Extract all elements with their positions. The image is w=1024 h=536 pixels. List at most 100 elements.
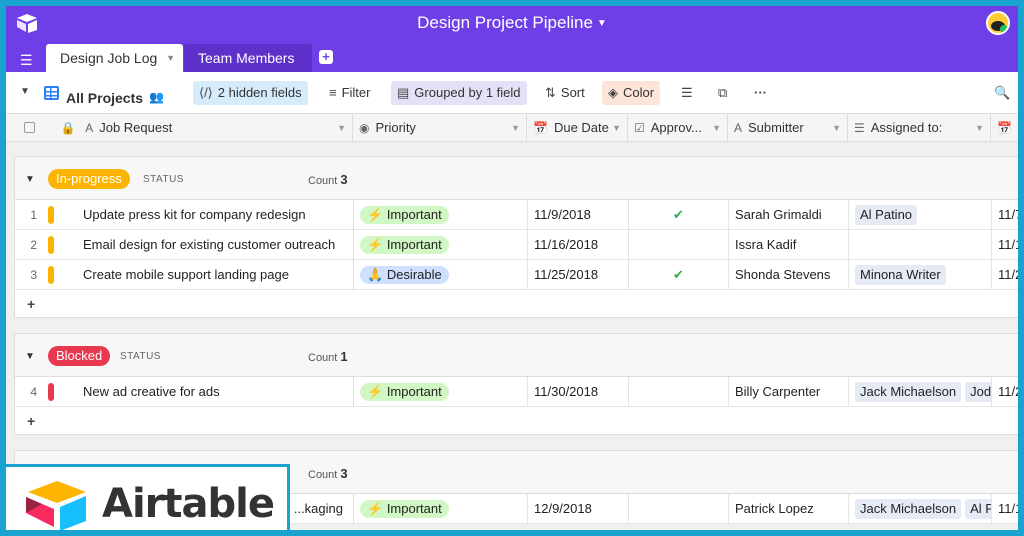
chevron-down-icon[interactable]: ▼ xyxy=(511,114,520,142)
linked-record-chip[interactable]: Jack Michaelson xyxy=(855,499,962,519)
calendar-icon: 📅 xyxy=(533,121,548,135)
filter-button[interactable]: ≡ Filter xyxy=(323,81,376,105)
cell-submitter[interactable]: Patrick Lopez xyxy=(729,494,849,524)
base-title[interactable]: Design Project Pipeline ▼ xyxy=(6,13,1018,33)
chevron-down-icon[interactable]: ▼ xyxy=(832,114,841,142)
column-header-priority[interactable]: ◉ Priority ▼ xyxy=(353,114,527,142)
cell-submitter[interactable]: Billy Carpenter xyxy=(729,377,849,407)
group-field-label: STATUS xyxy=(120,351,161,362)
cell-approved[interactable] xyxy=(629,377,729,407)
chevron-down-icon[interactable]: ▼ xyxy=(612,114,621,142)
chevron-down-icon[interactable]: ▼ xyxy=(166,44,175,72)
cell-priority[interactable]: ⚡ Important xyxy=(354,494,528,524)
cell-next-date[interactable]: 11/2 xyxy=(992,260,1018,290)
share-view-button[interactable]: ⧉ xyxy=(712,81,738,105)
row-height-button[interactable]: ☰ xyxy=(675,81,704,105)
cell-job-request[interactable]: New ad creative for ads xyxy=(77,377,354,407)
cell-submitter[interactable]: Issra Kadif xyxy=(729,230,849,260)
group-header-blocked[interactable]: ▼ Blocked STATUS Count 1 xyxy=(14,333,1018,377)
table-row[interactable]: 1 Update press kit for company redesign … xyxy=(14,200,1018,230)
cell-approved[interactable] xyxy=(629,230,729,260)
cell-submitter[interactable]: Sarah Grimaldi xyxy=(729,200,849,230)
collapse-triangle-icon[interactable]: ▼ xyxy=(25,174,35,185)
cell-due-date[interactable]: 12/9/2018 xyxy=(528,494,629,524)
group-field-label: STATUS xyxy=(143,174,184,185)
linked-record-chip[interactable]: Al Patino xyxy=(855,205,918,225)
linked-record-chip[interactable]: Jack Michaelson xyxy=(855,382,962,402)
cell-assigned-to[interactable]: Jack MichaelsonJodi L xyxy=(849,377,992,407)
cell-approved[interactable]: ✔ xyxy=(629,200,729,230)
cell-approved[interactable] xyxy=(629,494,729,524)
table-row[interactable]: 2 Email design for existing customer out… xyxy=(14,230,1018,260)
collapse-triangle-icon[interactable]: ▼ xyxy=(25,351,35,362)
share-icon: ⧉ xyxy=(718,85,728,100)
cell-next-date[interactable]: 11/7 xyxy=(992,200,1018,230)
column-header-assigned-to[interactable]: ☰ Assigned to: ▼ xyxy=(848,114,991,142)
cell-approved[interactable]: ✔ xyxy=(629,260,729,290)
cell-priority[interactable]: 🙏 Desirable xyxy=(354,260,528,290)
chevron-down-icon: ▼ xyxy=(596,18,607,29)
add-record-row[interactable]: + xyxy=(14,290,1018,318)
hidden-fields-button[interactable]: ⟨/⟩ 2 hidden fields xyxy=(193,81,308,105)
cell-next-date[interactable]: 11/2 xyxy=(992,377,1018,407)
add-record-row[interactable]: + xyxy=(14,407,1018,435)
avatar[interactable] xyxy=(986,11,1010,35)
top-bar: Design Project Pipeline ▼ ☰ Design Job Lo… xyxy=(6,6,1018,72)
select-all-checkbox[interactable] xyxy=(24,122,35,133)
group-icon: ▤ xyxy=(397,85,410,100)
color-button[interactable]: ◈ Color xyxy=(602,81,661,105)
cell-assigned-to[interactable]: Minona Writer xyxy=(849,260,992,290)
chevron-down-icon[interactable]: ▼ xyxy=(975,114,984,142)
cell-due-date[interactable]: 11/16/2018 xyxy=(528,230,629,260)
group-button[interactable]: ▤ Grouped by 1 field xyxy=(391,81,527,105)
cell-job-request[interactable]: Email design for existing customer outre… xyxy=(77,230,354,260)
chevron-down-icon[interactable]: ▼ xyxy=(337,114,346,142)
view-name[interactable]: All Projects xyxy=(66,90,143,106)
collaborative-view-icon: 👥 xyxy=(149,90,164,104)
column-header-next[interactable]: 📅 xyxy=(991,114,1018,142)
plus-icon[interactable]: + xyxy=(27,296,35,312)
tab-team-members[interactable]: Team Members xyxy=(184,44,312,72)
cell-priority[interactable]: ⚡ Important xyxy=(354,230,528,260)
cell-assigned-to[interactable]: Jack MichaelsonAl Pa xyxy=(849,494,992,524)
linked-record-chip[interactable]: Minona Writer xyxy=(855,265,946,285)
group-header-in-progress[interactable]: ▼ In-progress STATUS Count 3 xyxy=(14,156,1018,200)
view-switcher-caret-icon[interactable]: ▼ xyxy=(20,86,30,97)
table-row[interactable]: 4 New ad creative for ads ⚡ Important 11… xyxy=(14,377,1018,407)
column-header-approved[interactable]: ☑ Approv... ▼ xyxy=(628,114,728,142)
cell-job-request[interactable]: Create mobile support landing page xyxy=(77,260,354,290)
more-options-button[interactable]: ··· xyxy=(748,81,778,105)
cell-assigned-to[interactable]: Al Patino xyxy=(849,200,992,230)
chevron-down-icon[interactable]: ▼ xyxy=(712,114,721,142)
sort-button[interactable]: ⇅ Sort xyxy=(539,81,591,105)
linked-record-chip[interactable]: Al Pa xyxy=(965,499,991,519)
cell-next-date[interactable]: 11/1 xyxy=(992,494,1018,524)
more-icon: ··· xyxy=(754,85,767,100)
cell-priority[interactable]: ⚡ Important xyxy=(354,377,528,407)
search-button[interactable]: 🔍 xyxy=(988,81,1018,105)
cell-priority[interactable]: ⚡ Important xyxy=(354,200,528,230)
text-field-icon: A xyxy=(734,121,743,135)
column-header-job-request[interactable]: 🔒 A Job Request ▼ xyxy=(6,114,353,142)
linked-record-chip[interactable]: Jodi L xyxy=(965,382,991,402)
table-row[interactable]: 3 Create mobile support landing page 🙏 D… xyxy=(14,260,1018,290)
hamburger-menu-icon[interactable]: ☰ xyxy=(20,52,33,69)
cell-next-date[interactable]: 11/1 xyxy=(992,230,1018,260)
plus-icon[interactable]: + xyxy=(27,413,35,429)
row-color-bar xyxy=(48,206,54,224)
add-table-icon[interactable]: + xyxy=(319,50,333,64)
cell-submitter[interactable]: Shonda Stevens xyxy=(729,260,849,290)
column-header-submitter[interactable]: A Submitter ▼ xyxy=(728,114,848,142)
cell-assigned-to[interactable] xyxy=(849,230,992,260)
checkbox-field-icon: ☑ xyxy=(634,121,645,135)
row-height-icon: ☰ xyxy=(681,85,693,100)
column-header-due-date[interactable]: 📅 Due Date ▼ xyxy=(527,114,628,142)
cell-due-date[interactable]: 11/25/2018 xyxy=(528,260,629,290)
cell-due-date[interactable]: 11/9/2018 xyxy=(528,200,629,230)
cell-job-request[interactable]: Update press kit for company redesign xyxy=(77,200,354,230)
priority-tag: 🙏 Desirable xyxy=(360,266,449,284)
cell-due-date[interactable]: 11/30/2018 xyxy=(528,377,629,407)
tab-design-job-log[interactable]: Design Job Log ▼ xyxy=(46,44,183,72)
view-toolbar: ▼ All Projects 👥 ⟨/⟩ 2 hidden fields ≡ Fil… xyxy=(6,72,1018,114)
row-color-bar xyxy=(48,266,54,284)
